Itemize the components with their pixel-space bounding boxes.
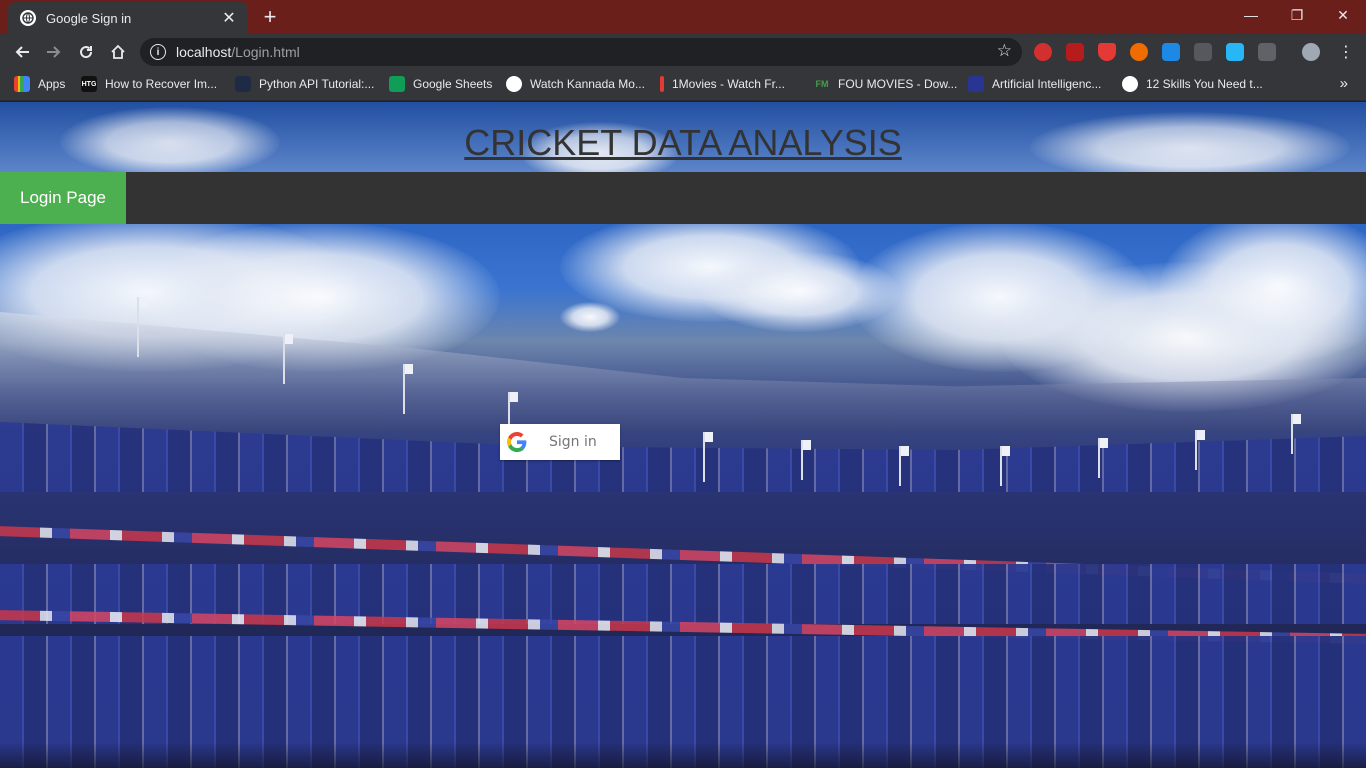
extension-download-icon[interactable] bbox=[1194, 43, 1212, 61]
extension-fire-icon[interactable] bbox=[1130, 43, 1148, 61]
bookmark-1movies[interactable]: 1Movies - Watch Fr... bbox=[660, 76, 785, 92]
bookmark-label: Python API Tutorial:... bbox=[259, 77, 375, 91]
page-viewport: CRICKET DATA ANALYSIS Login Page Sign in bbox=[0, 102, 1366, 768]
bookmark-label: Apps bbox=[38, 77, 66, 91]
bookmark-label: How to Recover Im... bbox=[105, 77, 218, 91]
address-bar[interactable]: i localhost/Login.html ☆ bbox=[140, 38, 1022, 66]
bookmark-star-icon[interactable]: ☆ bbox=[997, 41, 1012, 61]
bookmark-label: Artificial Intelligenc... bbox=[992, 77, 1102, 91]
bookmarks-overflow-icon[interactable]: » bbox=[1340, 75, 1348, 92]
browser-menu-icon[interactable]: ⋮ bbox=[1334, 40, 1358, 64]
extension-pdf-icon[interactable] bbox=[1066, 43, 1084, 61]
forward-button[interactable] bbox=[42, 40, 66, 64]
profile-avatar[interactable] bbox=[1302, 43, 1320, 61]
tab-title: Google Sign in bbox=[46, 10, 132, 26]
bookmark-label: 1Movies - Watch Fr... bbox=[672, 77, 785, 91]
address-url[interactable]: localhost/Login.html bbox=[176, 44, 300, 60]
nav-login-page[interactable]: Login Page bbox=[0, 172, 126, 224]
bookmark-htg[interactable]: HTG How to Recover Im... bbox=[81, 76, 217, 92]
bookmark-kannada[interactable]: Watch Kannada Mo... bbox=[506, 76, 645, 92]
htg-icon: HTG bbox=[81, 76, 97, 92]
1movies-icon bbox=[660, 76, 664, 92]
top-navbar: Login Page bbox=[0, 172, 1366, 224]
reload-button[interactable] bbox=[74, 40, 98, 64]
bookmark-label: Google Sheets bbox=[413, 77, 493, 91]
extension-share-icon[interactable] bbox=[1226, 43, 1244, 61]
back-button[interactable] bbox=[10, 40, 34, 64]
minimize-button[interactable]: — bbox=[1228, 0, 1274, 30]
signin-label: Sign in bbox=[549, 434, 597, 450]
bookmark-12-skills[interactable]: 12 Skills You Need t... bbox=[1122, 76, 1263, 92]
page-header: CRICKET DATA ANALYSIS bbox=[0, 102, 1366, 172]
apps-grid-icon bbox=[14, 76, 30, 92]
globe-icon bbox=[506, 76, 522, 92]
browser-tab-active[interactable]: Google Sign in ✕ bbox=[8, 2, 248, 34]
fm-icon: FM bbox=[815, 79, 829, 89]
extension-c-icon[interactable] bbox=[1258, 43, 1276, 61]
site-info-icon[interactable]: i bbox=[150, 44, 166, 60]
new-tab-button[interactable]: + bbox=[258, 6, 282, 30]
google-signin-button[interactable]: Sign in bbox=[500, 424, 620, 460]
window-close-button[interactable]: ✕ bbox=[1320, 0, 1366, 30]
bookmarks-bar: Apps HTG How to Recover Im... Python API… bbox=[0, 70, 1366, 101]
browser-toolbar: i localhost/Login.html ☆ ⋮ bbox=[0, 34, 1366, 70]
ai-icon bbox=[968, 76, 984, 92]
google-logo-icon bbox=[507, 432, 527, 452]
home-button[interactable] bbox=[106, 40, 130, 64]
bookmark-fou-movies[interactable]: FM FOU MOVIES - Dow... bbox=[814, 76, 958, 92]
browser-titlebar: Google Sign in ✕ + — ❐ ✕ bbox=[0, 0, 1366, 34]
tab-close-icon[interactable]: ✕ bbox=[220, 8, 238, 28]
globe-icon bbox=[1122, 76, 1138, 92]
sheets-icon bbox=[389, 76, 405, 92]
bookmark-label: 12 Skills You Need t... bbox=[1146, 77, 1263, 91]
bookmark-ai[interactable]: Artificial Intelligenc... bbox=[968, 76, 1101, 92]
extension-adblock-icon[interactable] bbox=[1034, 43, 1052, 61]
page-title[interactable]: CRICKET DATA ANALYSIS bbox=[0, 122, 1366, 164]
extension-snowflake-icon[interactable] bbox=[1162, 43, 1180, 61]
bookmark-label: Watch Kannada Mo... bbox=[530, 77, 645, 91]
restore-button[interactable]: ❐ bbox=[1274, 0, 1320, 30]
bookmark-apps[interactable]: Apps bbox=[14, 76, 65, 92]
bookmark-google-sheets[interactable]: Google Sheets bbox=[389, 76, 492, 92]
globe-icon bbox=[20, 10, 36, 26]
bookmark-python-api[interactable]: Python API Tutorial:... bbox=[235, 76, 374, 92]
extension-shield-icon[interactable] bbox=[1098, 43, 1116, 61]
url-host: localhost bbox=[176, 44, 232, 60]
url-path: /Login.html bbox=[231, 44, 300, 60]
bookmark-label: FOU MOVIES - Dow... bbox=[838, 77, 958, 91]
python-icon bbox=[235, 76, 251, 92]
